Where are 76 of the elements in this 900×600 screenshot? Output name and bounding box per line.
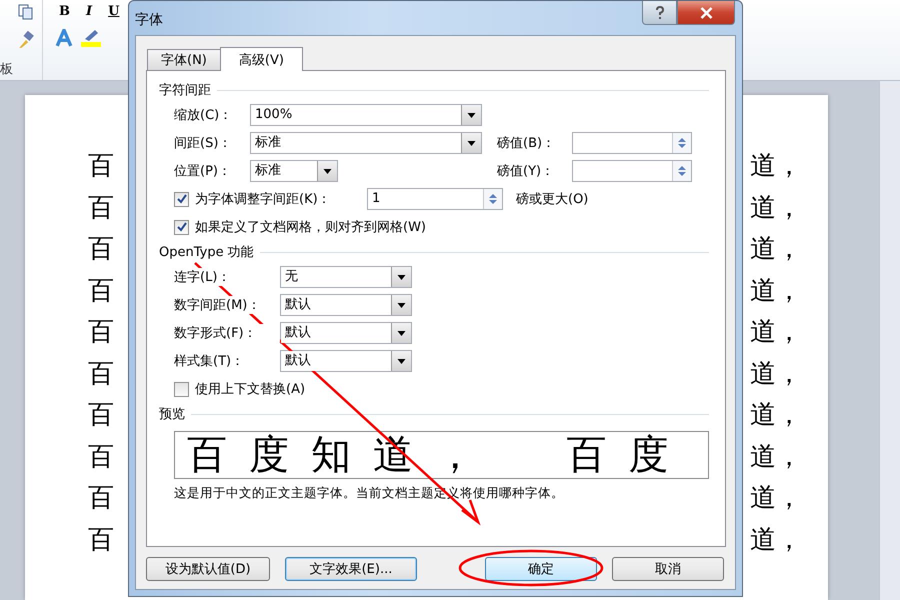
opentype-dropdown[interactable]: 默认 <box>280 294 412 316</box>
spacing-dropdown[interactable]: 标准 <box>250 132 482 154</box>
points-spinbox[interactable] <box>572 160 692 182</box>
dropdown-arrow-icon <box>397 358 406 364</box>
document-text: 道， <box>750 524 802 556</box>
dropdown-arrow-icon <box>397 274 406 280</box>
field-label: 缩放(C)： <box>174 107 234 124</box>
format-button[interactable]: I <box>82 4 96 19</box>
document-text: 百 <box>88 399 114 432</box>
checkbox-label: 如果定义了文档网格，则对齐到网格(W) <box>195 219 426 236</box>
dialog-button[interactable]: 设为默认值(D) <box>146 557 270 581</box>
close-icon <box>700 6 712 18</box>
document-text: 道， <box>750 399 802 432</box>
text-effect-icon[interactable] <box>55 29 73 47</box>
document-text: 道， <box>750 274 802 308</box>
document-text: 百 <box>88 316 114 349</box>
dropdown-arrow-icon <box>467 140 476 146</box>
document-text: 道， <box>750 440 802 474</box>
format-painter-icon[interactable] <box>17 31 35 49</box>
section-heading: OpenType 功能 <box>159 244 254 261</box>
checkbox-label: 为字体调整字间距(K)： <box>195 191 332 208</box>
dropdown-arrow-icon <box>397 330 406 336</box>
section-heading: 预览 <box>159 406 185 423</box>
position-dropdown[interactable]: 标准 <box>250 160 338 182</box>
opentype-dropdown[interactable]: 默认 <box>280 350 412 372</box>
document-text: 百 <box>88 524 114 556</box>
group-label: 板 <box>0 61 13 78</box>
checkbox-label: 使用上下文替换(A) <box>195 381 306 398</box>
spin-arrows-icon <box>678 165 686 177</box>
dialog-button[interactable]: 取消 <box>612 557 724 581</box>
document-text: 百 <box>88 192 114 224</box>
checkbox[interactable] <box>174 382 189 396</box>
highlight-icon[interactable] <box>81 29 101 47</box>
document-text: 道， <box>750 316 802 349</box>
scrollbar[interactable] <box>879 81 900 600</box>
spin-arrows-icon <box>489 193 497 205</box>
document-text: 道， <box>750 192 802 224</box>
document-text: 百 <box>88 150 114 183</box>
document-text: 道， <box>750 358 802 390</box>
document-text: 百 <box>88 274 114 308</box>
help-button[interactable] <box>642 1 677 25</box>
dropdown-arrow-icon <box>323 168 332 174</box>
format-button[interactable]: B <box>55 4 74 19</box>
document-text: 百 <box>88 233 114 266</box>
document-text: 百 <box>88 358 114 390</box>
kerning-spinbox[interactable]: 1 <box>367 188 503 210</box>
document-text: 百 <box>88 440 114 474</box>
field-label: 磅或更大(O) <box>516 191 588 208</box>
points-spinbox[interactable] <box>572 132 692 154</box>
checkbox[interactable] <box>174 220 189 234</box>
dropdown-arrow-icon <box>397 302 406 308</box>
spin-arrows-icon <box>678 137 686 149</box>
dropdown-arrow-icon <box>467 112 476 118</box>
field-label: 位置(P)： <box>174 163 232 180</box>
opentype-dropdown[interactable]: 无 <box>280 266 412 288</box>
tab[interactable]: 字体(N) <box>147 49 221 70</box>
help-icon <box>654 6 664 20</box>
checkbox[interactable] <box>174 192 189 206</box>
document-text: 百 <box>88 482 114 515</box>
section-heading: 字符间距 <box>159 82 211 99</box>
copy-icon[interactable] <box>18 4 34 20</box>
field-label: 磅值(Y)： <box>497 163 556 180</box>
close-button[interactable] <box>677 1 735 25</box>
document-text: 道， <box>750 233 802 266</box>
field-label: 数字形式(F)： <box>174 324 280 342</box>
dialog-button[interactable]: 确定 <box>485 557 597 581</box>
format-button[interactable]: U <box>104 4 124 19</box>
opentype-dropdown[interactable]: 默认 <box>280 322 412 344</box>
field-label: 磅值(B)： <box>497 135 556 152</box>
scale-dropdown[interactable]: 100% <box>250 104 482 126</box>
field-label: 间距(S)： <box>174 135 232 152</box>
dialog-button[interactable]: 文字效果(E)... <box>285 557 417 581</box>
document-text: 道， <box>750 482 802 515</box>
document-text: 道， <box>750 150 802 183</box>
tab[interactable]: 高级(V) <box>220 47 303 71</box>
window-title: 字体 <box>135 11 163 29</box>
